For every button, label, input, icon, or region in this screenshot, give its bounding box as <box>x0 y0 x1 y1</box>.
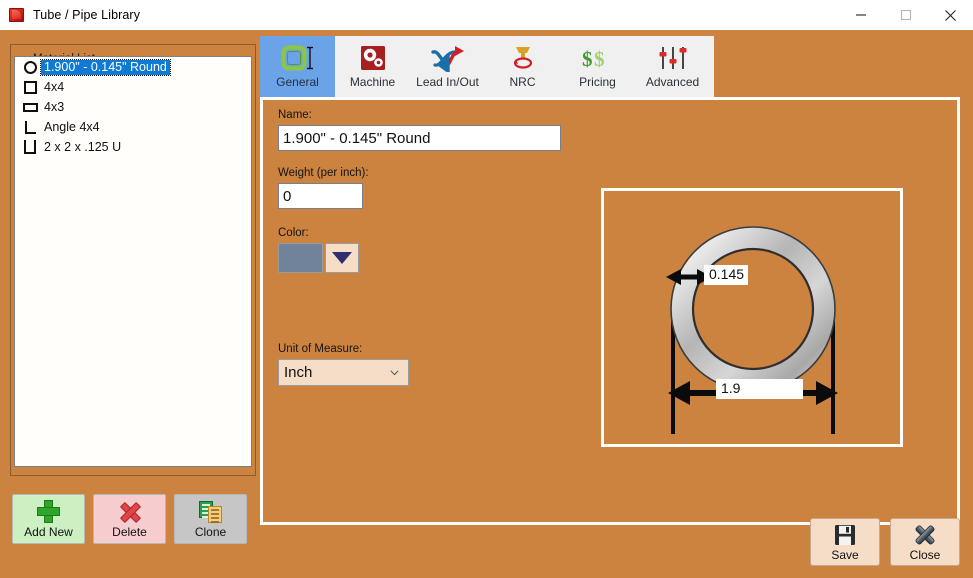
tab-pricing[interactable]: $ $ Pricing <box>560 36 635 97</box>
clone-label: Clone <box>194 525 227 539</box>
unit-of-measure-select[interactable]: Inch <box>278 359 409 386</box>
color-label: Color: <box>278 227 309 239</box>
tube-cross-section-diagram: 0.145 1.9 <box>601 188 903 447</box>
title-bar: Tube / Pipe Library <box>0 0 973 30</box>
app-red-document-icon <box>9 7 25 23</box>
list-item[interactable]: 1.900" - 0.145" Round <box>15 57 251 77</box>
list-item[interactable]: 4x3 <box>15 97 251 117</box>
weight-label: Weight (per inch): <box>278 167 369 179</box>
torch-loop-icon <box>509 43 537 73</box>
u-channel-shape-icon <box>19 137 41 157</box>
square-shape-icon <box>19 77 41 97</box>
floppy-disk-icon <box>834 523 856 547</box>
list-item-label: 4x3 <box>44 99 65 114</box>
tab-nrc-label: NRC <box>509 75 536 89</box>
add-new-label: Add New <box>24 525 73 539</box>
tab-general[interactable]: General <box>260 36 335 97</box>
name-input[interactable]: 1.900" - 0.145" Round <box>278 125 561 151</box>
blue-red-arrows-icon <box>429 43 467 73</box>
svg-text:$: $ <box>594 47 605 71</box>
angle-shape-icon <box>19 117 41 137</box>
chevron-down-icon <box>390 369 399 375</box>
save-button[interactable]: Save <box>810 518 880 566</box>
general-tab-panel: Name: 1.900" - 0.145" Round Weight (per … <box>260 97 960 525</box>
tab-strip: General Machine Lead In/Out NRC $ $ Pric… <box>260 36 714 97</box>
list-item[interactable]: 4x4 <box>15 77 251 97</box>
outer-diameter-value: 1.9 <box>716 379 803 399</box>
svg-text:$: $ <box>582 47 593 71</box>
plus-icon <box>37 499 60 524</box>
list-item[interactable]: Angle 4x4 <box>15 117 251 137</box>
close-icon[interactable] <box>928 0 973 30</box>
circle-shape-icon <box>19 57 41 77</box>
tab-general-label: General <box>276 75 319 89</box>
list-item-label: 2 x 2 x .125 U <box>44 139 122 154</box>
close-button[interactable]: Close <box>890 518 960 566</box>
color-dropdown-button[interactable] <box>325 243 359 273</box>
material-listbox[interactable]: 1.900" - 0.145" Round 4x4 4x3 Angle 4x4 … <box>14 56 252 467</box>
copy-documents-icon <box>198 499 223 524</box>
x-cross-icon <box>118 499 142 524</box>
tab-pricing-label: Pricing <box>579 75 616 89</box>
minimize-icon[interactable] <box>838 0 883 30</box>
footer-actions: Save Close <box>810 518 960 566</box>
list-item-label: Angle 4x4 <box>44 119 100 134</box>
maximize-icon[interactable] <box>883 0 928 30</box>
list-item-label: 1.900" - 0.145" Round <box>40 58 171 76</box>
main-body: Material List 1.900" - 0.145" Round 4x4 … <box>0 30 973 578</box>
sliders-icon <box>658 43 688 73</box>
window-controls <box>838 0 973 30</box>
wall-thickness-value: 0.145 <box>704 265 749 285</box>
rectangle-shape-icon <box>19 97 41 117</box>
unit-of-measure-label: Unit of Measure: <box>278 343 363 355</box>
dollar-signs-icon: $ $ <box>581 43 615 73</box>
close-label: Close <box>909 547 941 562</box>
add-new-button[interactable]: Add New <box>12 494 85 544</box>
tab-nrc[interactable]: NRC <box>485 36 560 97</box>
weight-input[interactable]: 0 <box>278 183 363 209</box>
name-label: Name: <box>278 109 312 121</box>
save-label: Save <box>831 547 859 562</box>
tab-advanced-label: Advanced <box>645 75 700 89</box>
unit-of-measure-value: Inch <box>284 364 313 381</box>
tab-machine[interactable]: Machine <box>335 36 410 97</box>
tab-lead-in-out[interactable]: Lead In/Out <box>410 36 485 97</box>
window-title: Tube / Pipe Library <box>33 8 141 22</box>
clone-button[interactable]: Clone <box>174 494 247 544</box>
delete-label: Delete <box>112 525 147 539</box>
delete-button[interactable]: Delete <box>93 494 166 544</box>
tube-diagram-svg <box>666 226 838 434</box>
list-item-label: 4x4 <box>44 79 65 94</box>
tab-lead-in-out-label: Lead In/Out <box>416 75 479 89</box>
triangle-down-icon <box>332 252 352 264</box>
tab-machine-label: Machine <box>349 75 396 89</box>
x-close-icon <box>913 523 937 547</box>
material-list-actions: Add New Delete Clone <box>12 494 247 544</box>
list-item[interactable]: 2 x 2 x .125 U <box>15 137 251 157</box>
tab-advanced[interactable]: Advanced <box>635 36 710 97</box>
rounded-square-dimension-icon <box>281 43 315 73</box>
tube-pipe-library-window: Tube / Pipe Library Material List 1.900"… <box>0 0 973 578</box>
gears-icon <box>359 43 387 73</box>
color-swatch[interactable] <box>278 243 323 273</box>
